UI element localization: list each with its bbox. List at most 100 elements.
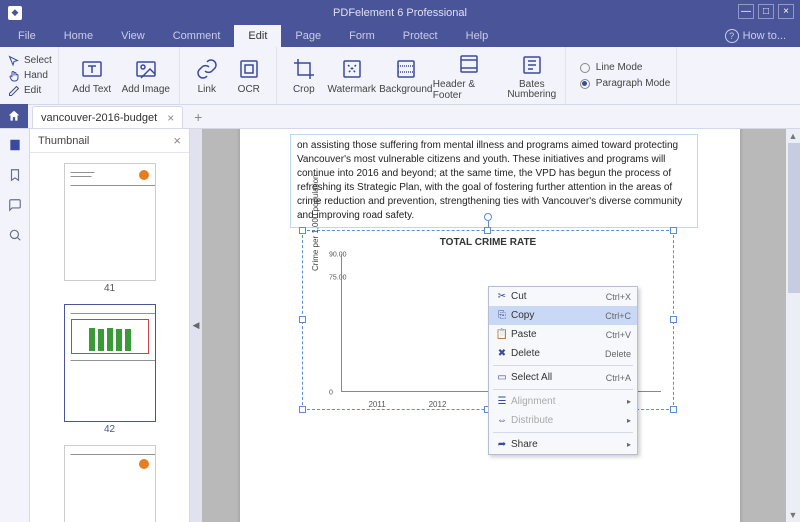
scroll-up-icon[interactable]: ▲: [786, 129, 800, 143]
context-menu-label: Distribute: [511, 415, 627, 426]
menu-home[interactable]: Home: [50, 25, 107, 47]
menu-comment[interactable]: Comment: [159, 25, 235, 47]
document-viewport[interactable]: ◀ on assisting those suffering from ment…: [190, 129, 800, 522]
radio-off-icon: [580, 63, 590, 73]
context-menu-distribute: ⇔Distribute▸: [489, 411, 637, 430]
document-tab[interactable]: vancouver-2016-budget ×: [32, 106, 183, 128]
chevron-right-icon: ▸: [627, 397, 631, 406]
how-to-link[interactable]: ? How to...: [725, 29, 796, 43]
watermark-button[interactable]: Watermark: [325, 56, 379, 95]
ribbon-insert-group: Add Text Add Image: [59, 47, 180, 104]
menu-form[interactable]: Form: [335, 25, 389, 47]
bookmarks-nav-icon[interactable]: [7, 167, 23, 183]
paragraph-mode-radio[interactable]: Paragraph Mode: [580, 76, 671, 91]
resize-handle[interactable]: [299, 406, 306, 413]
resize-handle[interactable]: [299, 227, 306, 234]
thumbnails-nav-icon[interactable]: [7, 137, 23, 153]
resize-handle[interactable]: [484, 227, 491, 234]
search-nav-icon[interactable]: [7, 227, 23, 243]
collapse-gutter[interactable]: ◀: [190, 129, 202, 522]
chevron-right-icon: ▸: [627, 440, 631, 449]
ribbon-mode-group: Line Mode Paragraph Mode: [566, 47, 678, 104]
scroll-track[interactable]: [786, 143, 800, 508]
close-window-button[interactable]: ×: [778, 4, 794, 19]
resize-handle[interactable]: [670, 406, 677, 413]
thumbnail-list[interactable]: ▬▬▬▬▬▬▬▬▬▬▬▬▬▬▬ ▬▬▬▬▬▬▬▬▬▬▬▬▬▬▬▬▬▬▬▬▬▬▬▬…: [30, 153, 189, 522]
minimize-button[interactable]: —: [738, 4, 754, 19]
menu-bar: File Home View Comment Edit Page Form Pr…: [0, 25, 800, 47]
line-mode-radio[interactable]: Line Mode: [580, 60, 643, 75]
link-icon: [193, 56, 221, 82]
header-footer-button[interactable]: Header & Footer: [433, 51, 505, 101]
resize-handle[interactable]: [670, 316, 677, 323]
distribute-icon: ⇔: [493, 415, 511, 426]
context-menu-label: Paste: [511, 329, 606, 340]
context-menu-align: ☰Alignment▸: [489, 392, 637, 411]
chart-x-tick: 2012: [429, 400, 447, 409]
bates-numbering-button[interactable]: Bates Numbering: [505, 52, 559, 100]
menu-view[interactable]: View: [107, 25, 159, 47]
context-menu-paste[interactable]: 📋PasteCtrl+V: [489, 325, 637, 344]
context-menu-label: Delete: [511, 348, 605, 359]
text-icon: [78, 56, 106, 82]
hand-tool[interactable]: Hand: [8, 69, 48, 83]
paste-icon: 📋: [493, 329, 511, 340]
crop-button[interactable]: Crop: [283, 56, 325, 95]
context-menu-cut[interactable]: ✂CutCtrl+X: [489, 287, 637, 306]
help-icon: ?: [725, 29, 739, 43]
hand-icon: [8, 70, 20, 82]
scroll-thumb[interactable]: [788, 143, 800, 293]
edit-tool[interactable]: Edit: [8, 84, 41, 98]
ocr-button[interactable]: OCR: [228, 56, 270, 95]
context-menu-shortcut: Ctrl+A: [606, 373, 631, 383]
annotations-nav-icon[interactable]: [7, 197, 23, 213]
thumbnail-page-41[interactable]: ▬▬▬▬▬▬▬▬▬▬▬▬▬▬▬ ▬▬▬▬▬▬▬▬▬▬▬▬▬▬▬▬▬▬▬▬▬▬▬▬…: [64, 163, 156, 281]
copy-icon: ⎘: [493, 310, 511, 321]
workarea: Thumbnail × ▬▬▬▬▬▬▬▬▬▬▬▬▬▬▬ ▬▬▬▬▬▬▬▬▬▬▬▬…: [0, 129, 800, 522]
home-icon: [7, 109, 21, 123]
thumbnail-label: 42: [64, 424, 156, 435]
menu-protect[interactable]: Protect: [389, 25, 452, 47]
chart-y-tick: 0: [329, 390, 333, 397]
image-icon: [132, 56, 160, 82]
app-icon: ◆: [8, 6, 22, 20]
thumbnail-page-42[interactable]: ▬▬▬▬▬▬▬▬▬▬▬▬▬▬▬▬▬▬▬▬▬▬▬▬▬▬▬▬▬▬▬▬▬▬▬▬▬▬▬▬…: [64, 304, 156, 422]
context-menu-delete[interactable]: ✖DeleteDelete: [489, 344, 637, 363]
context-menu-label: Share: [511, 439, 627, 450]
context-menu-select-all[interactable]: ▭Select AllCtrl+A: [489, 368, 637, 387]
menu-page[interactable]: Page: [281, 25, 335, 47]
cut-icon: ✂: [493, 291, 511, 302]
ribbon: Select Hand Edit Add Text Add Image Link…: [0, 47, 800, 105]
maximize-button[interactable]: □: [758, 4, 774, 19]
home-tab[interactable]: [0, 104, 28, 128]
ocr-icon: [235, 56, 263, 82]
pencil-icon: [8, 85, 20, 97]
menu-file[interactable]: File: [4, 25, 50, 47]
paragraph-text-block[interactable]: on assisting those suffering from mental…: [290, 134, 698, 228]
rotate-handle[interactable]: [484, 213, 492, 221]
context-menu-copy[interactable]: ⎘CopyCtrl+C: [489, 306, 637, 325]
select-tool[interactable]: Select: [8, 54, 52, 68]
share-icon: ➦: [493, 439, 511, 450]
link-button[interactable]: Link: [186, 56, 228, 95]
add-image-button[interactable]: Add Image: [119, 56, 173, 95]
thumbnail-page-43[interactable]: ▬▬▬▬▬▬▬▬▬▬▬▬▬▬▬▬▬▬▬▬▬▬▬▬▬▬▬▬▬▬▬▬▬▬▬▬▬▬▬▬…: [64, 445, 156, 522]
watermark-icon: [338, 56, 366, 82]
context-menu[interactable]: ✂CutCtrl+X⎘CopyCtrl+C📋PasteCtrl+V✖Delete…: [488, 286, 638, 455]
menu-edit[interactable]: Edit: [234, 25, 281, 47]
add-tab-button[interactable]: +: [187, 106, 209, 128]
menu-help[interactable]: Help: [452, 25, 503, 47]
vertical-scrollbar[interactable]: ▲ ▼: [786, 129, 800, 522]
close-thumbnail-icon[interactable]: ×: [173, 133, 181, 148]
context-menu-separator: [493, 389, 633, 390]
context-menu-shortcut: Ctrl+V: [606, 330, 631, 340]
add-text-button[interactable]: Add Text: [65, 56, 119, 95]
scroll-down-icon[interactable]: ▼: [786, 508, 800, 522]
background-button[interactable]: Background: [379, 56, 433, 95]
context-menu-share[interactable]: ➦Share▸: [489, 435, 637, 454]
app-title: PDFelement 6 Professional: [333, 7, 467, 19]
context-menu-label: Select All: [511, 372, 606, 383]
resize-handle[interactable]: [299, 316, 306, 323]
close-tab-icon[interactable]: ×: [167, 111, 174, 125]
resize-handle[interactable]: [670, 227, 677, 234]
